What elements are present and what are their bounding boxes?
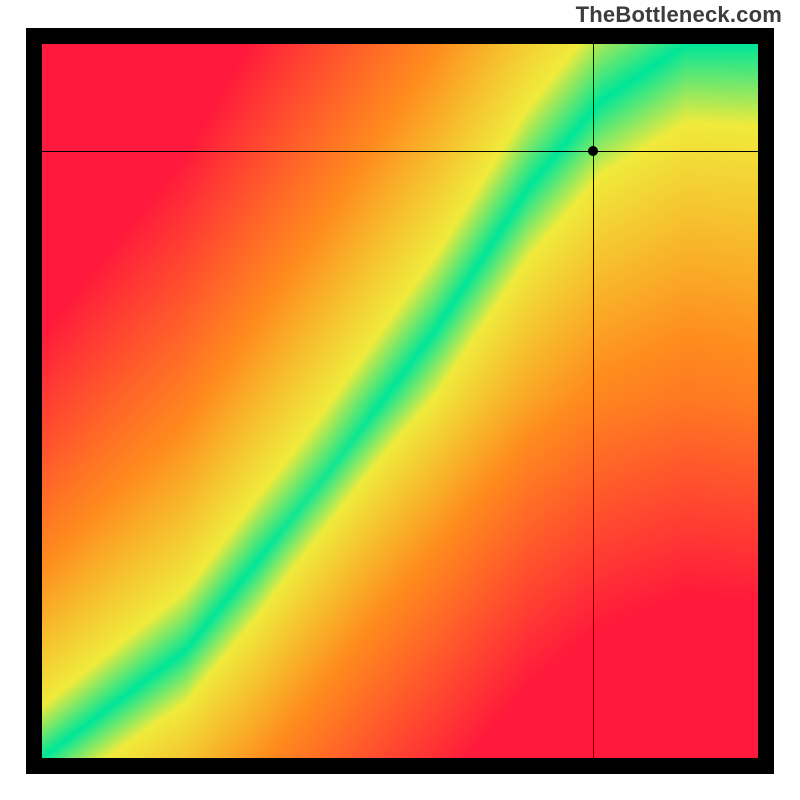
watermark-label: TheBottleneck.com [576,2,782,28]
marker-dot [588,146,598,156]
plot-frame [26,28,774,774]
crosshair-horizontal [42,151,758,152]
root-container: TheBottleneck.com [0,0,800,800]
